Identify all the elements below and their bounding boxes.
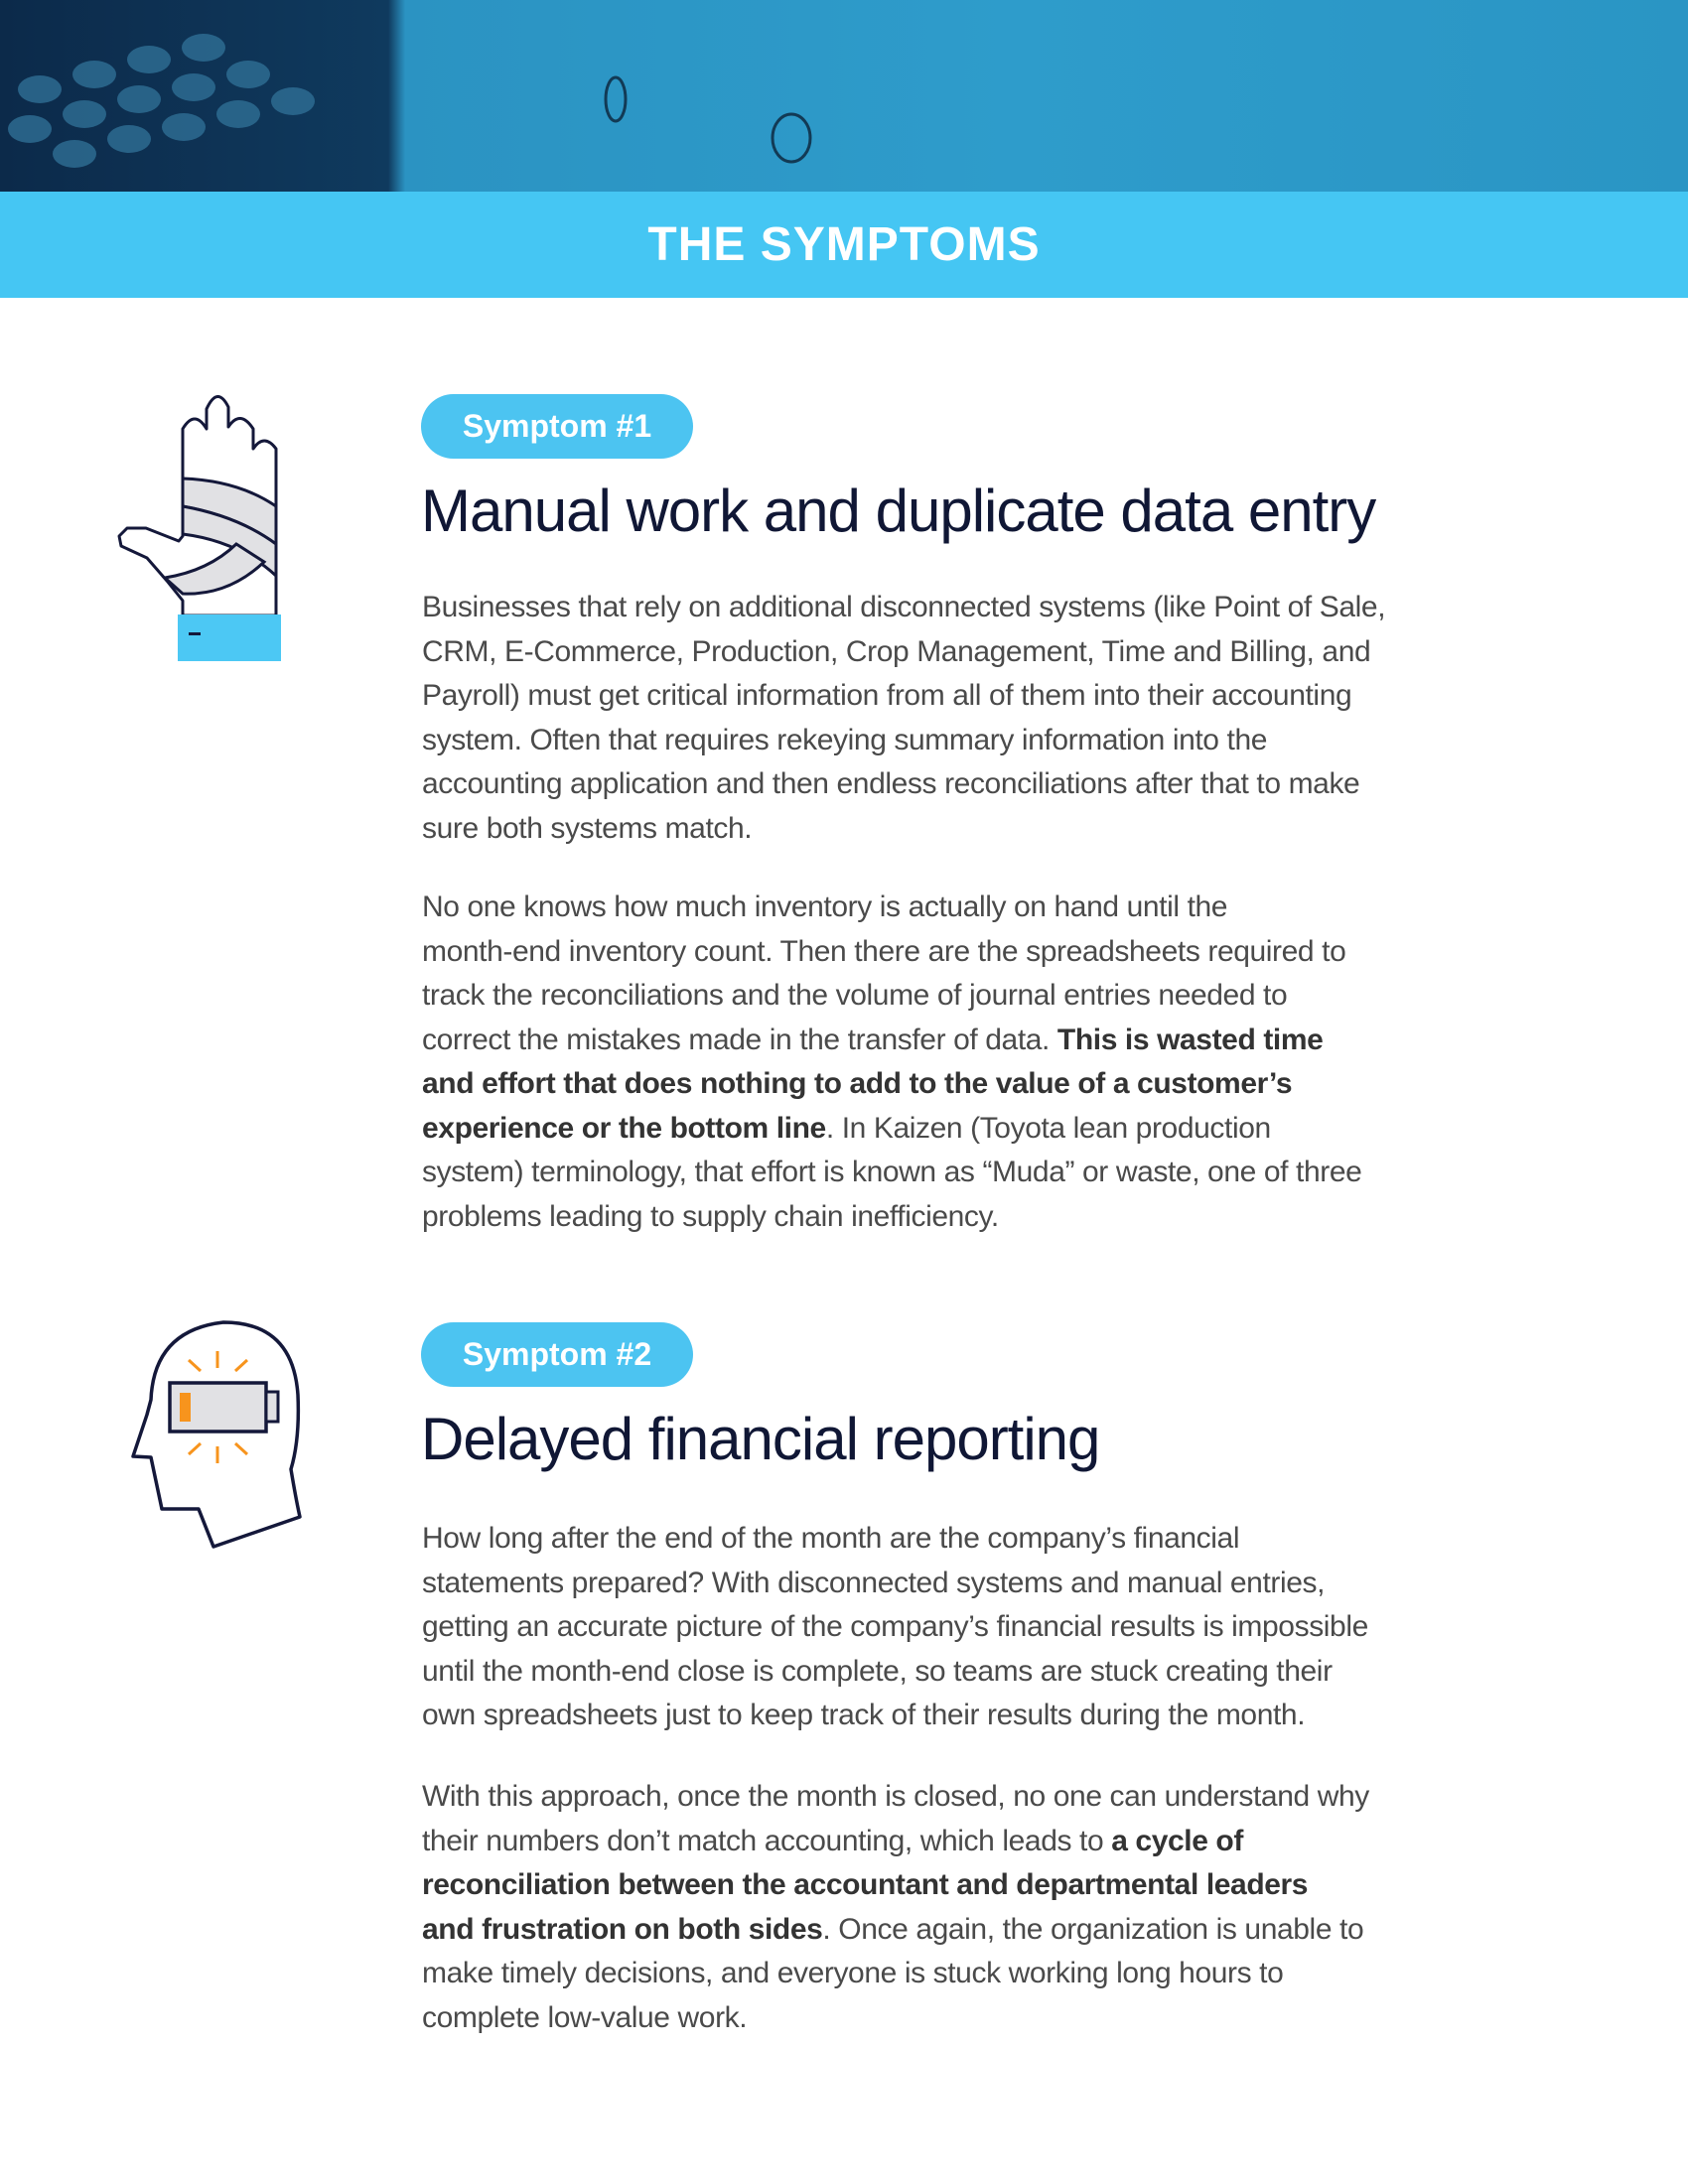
section-title: THE SYMPTOMS	[647, 218, 1041, 271]
text-line: complete low-value work.	[422, 1996, 1369, 2041]
text: track the reconciliations and the volume…	[422, 979, 1288, 1012]
text: Businesses that rely on additional disco…	[422, 591, 1386, 623]
bold-text: experience or the bottom line	[422, 1111, 826, 1145]
text-line: sure both systems match.	[422, 807, 1385, 852]
text: With this approach, once the month is cl…	[422, 1780, 1369, 1813]
calendar-photo-illustration	[8, 34, 812, 168]
text-line: until the month-end close is complete, s…	[422, 1650, 1368, 1695]
symptom-2-paragraph-1: How long after the end of the month are …	[422, 1517, 1368, 1738]
text-line: experience or the bottom line. In Kaizen…	[422, 1107, 1361, 1152]
text-line: own spreadsheets just to keep track of t…	[422, 1694, 1368, 1738]
bold-text: a cycle of	[1111, 1824, 1243, 1857]
bandaged-hand-icon	[99, 377, 318, 680]
text-line: reconciliation between the accountant an…	[422, 1863, 1369, 1908]
text: How long after the end of the month are …	[422, 1522, 1240, 1555]
text-line: and effort that does nothing to add to t…	[422, 1062, 1361, 1107]
text-line: No one knows how much inventory is actua…	[422, 886, 1361, 930]
bold-text: reconciliation between the accountant an…	[422, 1868, 1309, 1901]
text-line: getting an accurate picture of the compa…	[422, 1605, 1368, 1650]
text: make timely decisions, and everyone is s…	[422, 1957, 1284, 1989]
text: No one knows how much inventory is actua…	[422, 890, 1228, 923]
text-line: problems leading to supply chain ineffic…	[422, 1195, 1361, 1240]
text: accounting application and then endless …	[422, 767, 1360, 800]
text-line: make timely decisions, and everyone is s…	[422, 1952, 1369, 1996]
head-low-battery-icon	[109, 1300, 328, 1564]
text-line: accounting application and then endless …	[422, 762, 1385, 807]
text-line: and frustration on both sides. Once agai…	[422, 1908, 1369, 1953]
text: . Once again, the organization is unable…	[822, 1912, 1364, 1946]
text-line: month-end inventory count. Then there ar…	[422, 930, 1361, 975]
text-line: With this approach, once the month is cl…	[422, 1775, 1369, 1820]
symptom-1-title: Manual work and duplicate data entry	[421, 478, 1376, 544]
text: getting an accurate picture of the compa…	[422, 1610, 1368, 1643]
symptom-1-paragraph-2: No one knows how much inventory is actua…	[422, 886, 1362, 1240]
text-line: statements prepared? With disconnected s…	[422, 1562, 1368, 1606]
text: system) terminology, that effort is know…	[422, 1156, 1362, 1188]
text-line: system) terminology, that effort is know…	[422, 1151, 1362, 1195]
text: own spreadsheets just to keep track of t…	[422, 1699, 1306, 1731]
symptom-2-badge: Symptom #2	[421, 1322, 693, 1387]
symptom-2-paragraph-2: With this approach, once the month is cl…	[422, 1775, 1369, 2040]
text: statements prepared? With disconnected s…	[422, 1566, 1326, 1599]
text-line: correct the mistakes made in the transfe…	[422, 1019, 1361, 1063]
text-line: Payroll) must get critical information f…	[422, 674, 1385, 719]
symptom-1-paragraph-1: Businesses that rely on additional disco…	[422, 586, 1386, 852]
section-banner: THE SYMPTOMS	[0, 192, 1688, 298]
text-line: Businesses that rely on additional disco…	[422, 586, 1386, 630]
text: CRM, E-Commerce, Production, Crop Manage…	[422, 634, 1371, 668]
text: their numbers don’t match accounting, wh…	[422, 1824, 1112, 1857]
text: Payroll) must get critical information f…	[422, 679, 1352, 712]
text: system. Often that requires rekeying sum…	[422, 723, 1268, 756]
symptom-1-badge: Symptom #1	[421, 394, 693, 459]
text: complete low-value work.	[422, 2000, 748, 2034]
text: sure both systems match.	[422, 811, 753, 845]
text-line: their numbers don’t match accounting, wh…	[422, 1820, 1369, 1864]
symptom-2-title: Delayed financial reporting	[421, 1406, 1100, 1472]
text: . In Kaizen (Toyota lean production	[825, 1111, 1271, 1145]
header-photo-calendar-calculator	[0, 0, 1688, 192]
text: month-end inventory count. Then there ar…	[422, 934, 1346, 968]
text-line: CRM, E-Commerce, Production, Crop Manage…	[422, 630, 1385, 675]
bold-text: This is wasted time	[1056, 1023, 1324, 1056]
text-line: system. Often that requires rekeying sum…	[422, 719, 1385, 763]
text: until the month-end close is complete, s…	[422, 1654, 1333, 1688]
text: correct the mistakes made in the transfe…	[422, 1023, 1057, 1056]
text-line: track the reconciliations and the volume…	[422, 974, 1361, 1019]
text: problems leading to supply chain ineffic…	[422, 1199, 999, 1233]
text-line: How long after the end of the month are …	[422, 1517, 1368, 1562]
bold-text: and frustration on both sides	[422, 1912, 823, 1946]
bold-text: and effort that does nothing to add to t…	[422, 1067, 1293, 1100]
